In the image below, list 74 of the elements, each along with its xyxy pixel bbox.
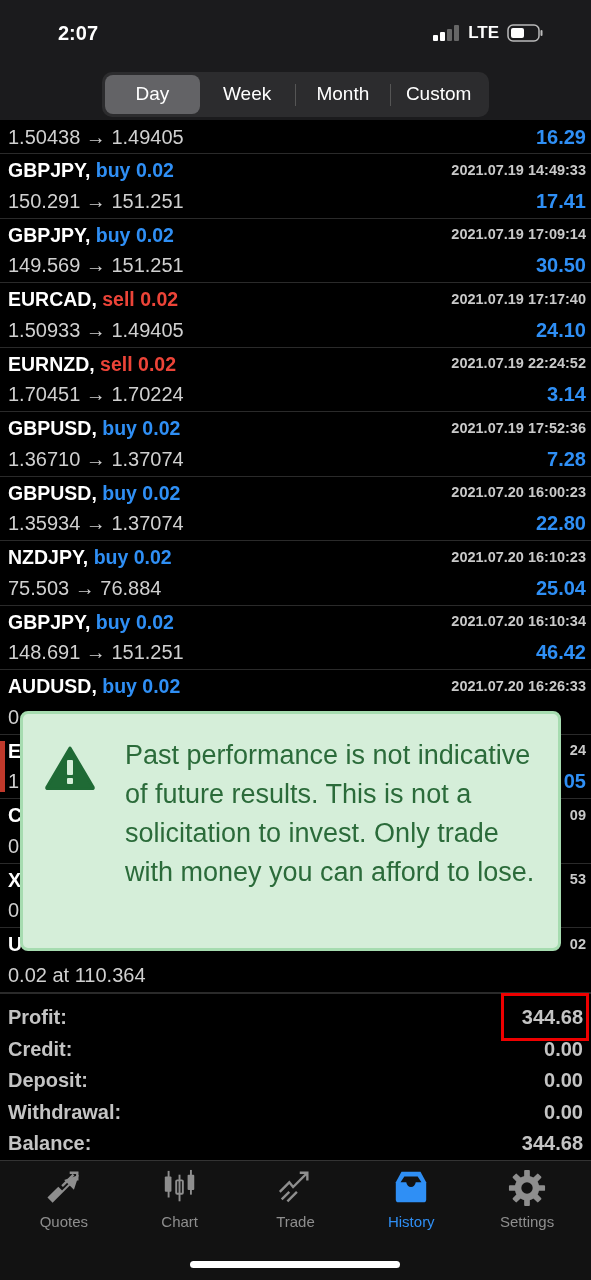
deal-price: 148.691 → 151.251 (8, 640, 184, 666)
summary-value: 0.00 (544, 1068, 583, 1094)
tab-bar-item[interactable]: History (353, 1169, 470, 1234)
period-tab[interactable]: Month (295, 75, 391, 114)
deal-profit: 16.29 (535, 124, 586, 150)
deal-price: 0 (8, 898, 20, 924)
deal-price: 1 (8, 769, 20, 795)
summary-label: Withdrawal: (8, 1099, 122, 1125)
deal-price: 75.503 → 76.884 (8, 575, 162, 601)
period-tab[interactable]: Day (105, 75, 200, 114)
tab-bar-item[interactable]: Settings (469, 1169, 585, 1234)
clock-time: 2:07 (58, 21, 99, 46)
warning-icon (45, 746, 95, 790)
deal-symbol: GBPJPY, buy 0.02 (8, 158, 174, 184)
deal-price: 0.02 at 110.364 (8, 962, 146, 988)
deal-price: 1.35934 → 1.37074 (8, 511, 184, 537)
deal-time: 53 (569, 870, 586, 890)
deal-symbol: EURCAD, sell 0.02 (8, 287, 179, 313)
settings-icon (508, 1169, 547, 1207)
deal-price: 0 (8, 704, 20, 730)
tab-bar-item[interactable]: Quotes (6, 1169, 122, 1234)
summary-label: Balance: (8, 1131, 92, 1157)
deal-price: 1.50438 → 1.49405 (8, 124, 184, 150)
deal-time: 2021.07.20 16:10:34 (451, 612, 586, 632)
deal-price: 1.36710 → 1.37074 (8, 446, 184, 472)
deal-time: 09 (569, 805, 586, 825)
deal-profit: 46.42 (535, 640, 586, 666)
deal-symbol: GBPUSD, buy 0.02 (8, 480, 181, 506)
deal-price: 149.569 → 151.251 (8, 253, 184, 279)
deal-profit: 30.50 (535, 253, 586, 279)
deal-time: 2021.07.19 22:24:52 (451, 354, 586, 374)
tab-bar-item[interactable]: Chart (121, 1169, 238, 1234)
deal-time: 02 (569, 934, 586, 954)
deal-price: 1.50933 → 1.49405 (8, 317, 184, 343)
deal-time: 2021.07.19 17:52:36 (451, 418, 586, 438)
deal-symbol: X (8, 867, 21, 893)
network-label: LTE (468, 22, 499, 45)
deal-time: 2021.07.20 16:26:33 (451, 676, 586, 696)
deal-time: 2021.07.19 17:17:40 (451, 289, 586, 309)
deal-symbol: E (8, 738, 21, 764)
deal-profit: 05 (563, 769, 586, 795)
deal-symbol: NZDJPY, buy 0.02 (8, 545, 172, 571)
deal-symbol: AUDUSD, buy 0.02 (8, 674, 181, 700)
summary-value: 344.68 (521, 1131, 583, 1157)
deal-price: 0 (8, 833, 20, 859)
summary-label: Deposit: (8, 1068, 88, 1094)
notice-text: Past performance is not indicative of future results. This is not a solicitation to invest. Only trade with money you can afford to lose. (125, 739, 536, 889)
deal-time: 24 (569, 741, 586, 761)
deal-profit: 22.80 (535, 511, 586, 537)
deal-profit: 3.14 (547, 382, 586, 408)
period-tab[interactable]: Custom (391, 75, 486, 114)
deal-symbol: GBPJPY, buy 0.02 (8, 609, 174, 635)
deal-time: 2021.07.20 16:10:23 (451, 547, 586, 567)
summary-label: Credit: (8, 1036, 73, 1062)
deal-time: 2021.07.19 14:49:33 (451, 160, 586, 180)
signal-icon (433, 25, 461, 41)
summary-label: Profit: (8, 1005, 67, 1031)
deal-profit: 24.10 (535, 317, 586, 343)
summary-value: 0.00 (544, 1099, 583, 1125)
deal-profit: 17.41 (535, 188, 586, 214)
summary-value: 0.00 (544, 1036, 583, 1062)
deal-price: 1.70451 → 1.70224 (8, 382, 184, 408)
deal-symbol: GBPJPY, buy 0.02 (8, 222, 174, 248)
deal-time: 2021.07.19 17:09:14 (451, 225, 586, 245)
tab-bar-item[interactable]: Trade (237, 1169, 354, 1234)
deal-symbol: EURNZD, sell 0.02 (8, 351, 176, 377)
deal-time: 2021.07.20 16:00:23 (451, 483, 586, 503)
summary-value: 344.68 (503, 996, 586, 1039)
deal-price: 150.291 → 151.251 (8, 188, 184, 214)
period-tab[interactable]: Week (199, 75, 295, 114)
deal-symbol: GBPUSD, buy 0.02 (8, 416, 181, 442)
deal-profit: 25.04 (535, 575, 586, 601)
deal-profit: 7.28 (547, 446, 586, 472)
battery-icon (507, 24, 543, 42)
